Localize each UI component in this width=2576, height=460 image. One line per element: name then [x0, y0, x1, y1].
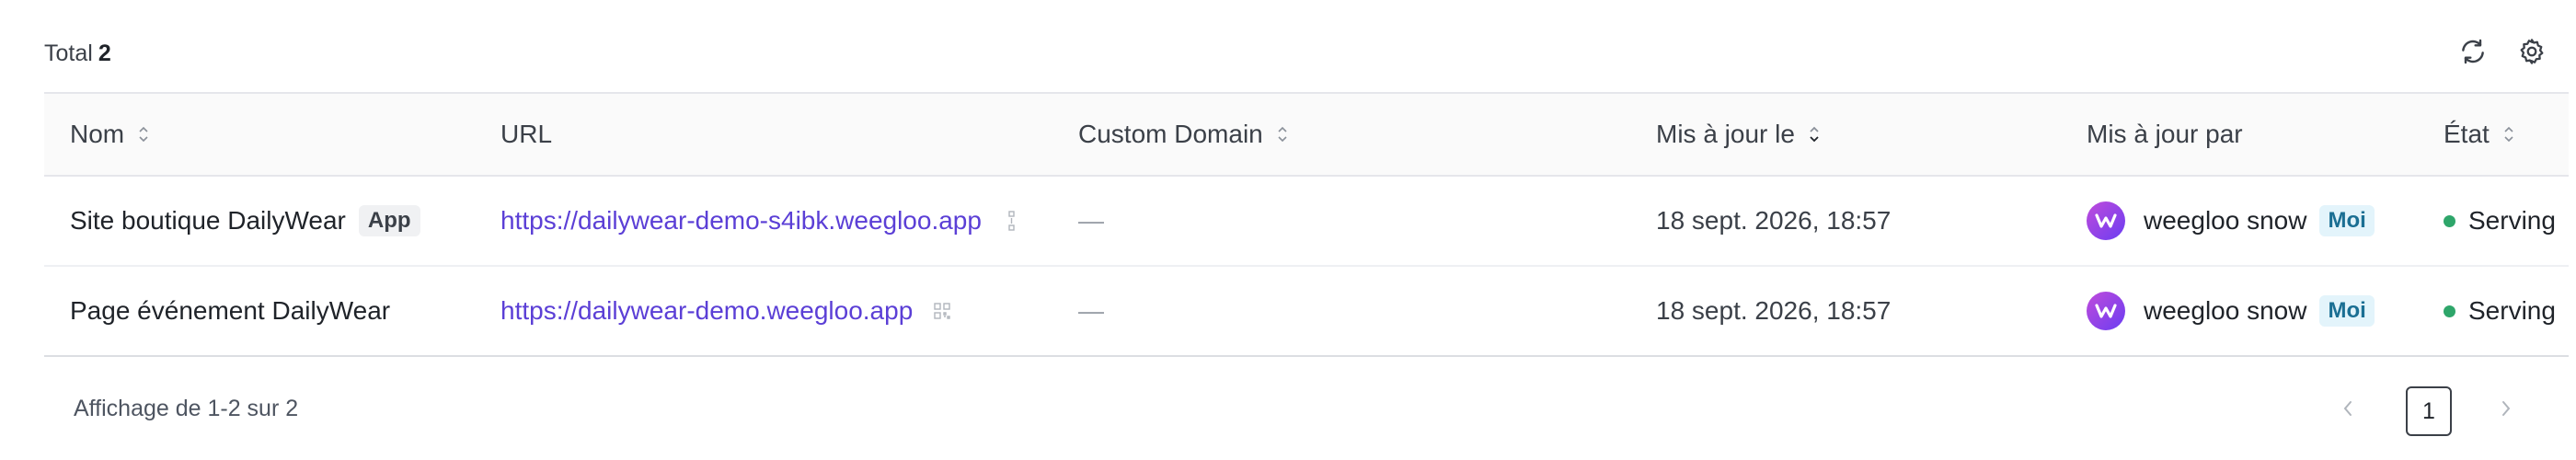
column-header-url: URL [500, 94, 552, 175]
qr-code-icon[interactable] [933, 300, 951, 322]
sort-icon[interactable] [1276, 123, 1289, 145]
user-name: weegloo snow [2144, 206, 2307, 235]
column-header-custom-domain-label: Custom Domain [1078, 120, 1263, 148]
sort-desc-icon[interactable] [1808, 123, 1821, 145]
column-header-updated-by: Mis à jour par [2087, 94, 2243, 175]
status-dot-icon [2444, 305, 2455, 317]
updated-at-cell: 18 sept. 2026, 18:57 [1656, 206, 1892, 235]
page-1-button[interactable]: 1 [2406, 386, 2452, 436]
next-page-button[interactable] [2481, 384, 2531, 433]
sites-table: Nom URL Custom Domain Mis à jour le Mis … [44, 92, 2569, 357]
table-header: Nom URL Custom Domain Mis à jour le Mis … [44, 92, 2569, 177]
site-url-link[interactable]: https://dailywear-demo.weegloo.app [500, 296, 913, 326]
sort-icon[interactable] [137, 123, 150, 145]
gear-icon[interactable] [2513, 33, 2550, 70]
me-tag: Moi [2319, 205, 2375, 236]
url-cell: https://dailywear-demo-s4ibk.weegloo.app [500, 177, 1020, 265]
sort-icon[interactable] [2502, 123, 2515, 145]
table-row[interactable]: Site boutique DailyWear App https://dail… [44, 177, 2569, 267]
column-header-status-label: État [2444, 120, 2490, 148]
updated-by-cell: weegloo snow Moi [2087, 177, 2375, 265]
me-tag: Moi [2319, 295, 2375, 327]
status-dot-icon [2444, 214, 2455, 227]
total-count: Total 2 [44, 40, 111, 67]
column-header-url-label: URL [500, 120, 553, 148]
status-text: Serving [2468, 296, 2556, 325]
column-header-status[interactable]: État [2444, 94, 2515, 175]
url-cell: https://dailywear-demo.weegloo.app [500, 267, 951, 355]
total-label: Total [44, 40, 93, 66]
site-name[interactable]: Site boutique DailyWear [70, 206, 346, 236]
site-name-cell: Site boutique DailyWear App [70, 177, 420, 265]
status-cell: Serving [2444, 267, 2556, 355]
table-row[interactable]: Page événement DailyWear https://dailywe… [44, 267, 2569, 357]
updated-at-cell: 18 sept. 2026, 18:57 [1656, 296, 1892, 325]
column-header-name[interactable]: Nom [70, 94, 150, 175]
pagination-summary: Affichage de 1-2 sur 2 [74, 396, 299, 421]
app-tag: App [358, 205, 420, 236]
updated-by-cell: weegloo snow Moi [2087, 267, 2375, 355]
avatar [2087, 292, 2125, 330]
avatar [2087, 201, 2125, 240]
site-name[interactable]: Page événement DailyWear [70, 296, 390, 326]
qr-code-icon[interactable] [1002, 210, 1020, 232]
status-text: Serving [2468, 206, 2556, 235]
custom-domain-cell: — [1078, 206, 1104, 235]
column-header-updated-by-label: Mis à jour par [2087, 120, 2243, 148]
status-cell: Serving [2444, 177, 2556, 265]
custom-domain-cell: — [1078, 296, 1104, 325]
total-value: 2 [98, 40, 111, 66]
site-url-link[interactable]: https://dailywear-demo-s4ibk.weegloo.app [500, 206, 982, 236]
column-header-custom-domain[interactable]: Custom Domain [1078, 94, 1289, 175]
column-header-updated-at-label: Mis à jour le [1656, 120, 1795, 148]
site-name-cell: Page événement DailyWear [70, 267, 390, 355]
column-header-name-label: Nom [70, 120, 125, 148]
column-header-updated-at[interactable]: Mis à jour le [1656, 94, 1821, 175]
table-footer: Affichage de 1-2 sur 2 1 [44, 368, 2569, 451]
refresh-icon[interactable] [2455, 33, 2491, 70]
user-name: weegloo snow [2144, 296, 2307, 325]
prev-page-button[interactable] [2323, 384, 2373, 433]
table-toolbar: Total 2 [44, 28, 2565, 79]
